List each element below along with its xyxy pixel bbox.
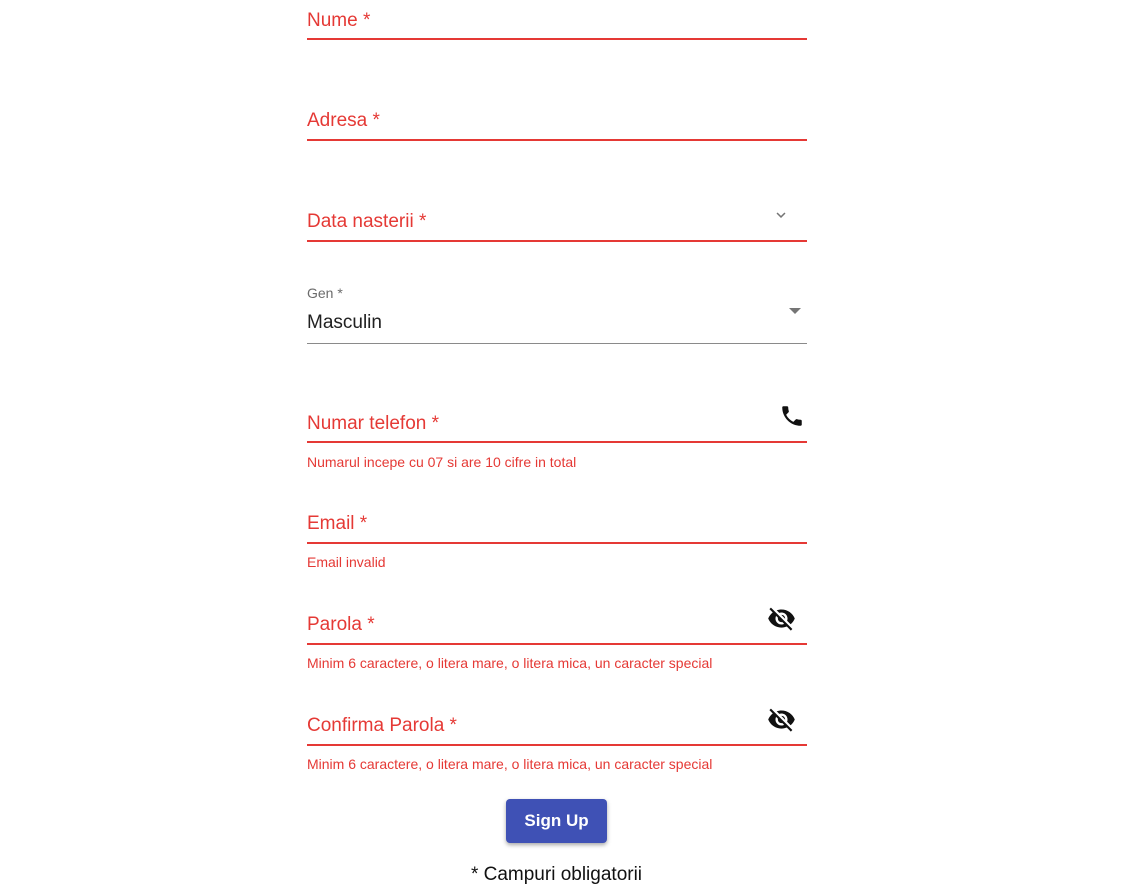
nume-label: Nume *	[307, 10, 371, 31]
confirma-parola-underline	[307, 744, 807, 746]
required-fields-note: * Campuri obligatorii	[470, 864, 643, 885]
confirma-parola-helper-text: Minim 6 caractere, o litera mare, o lite…	[307, 756, 713, 772]
sign-up-button[interactable]: Sign Up	[506, 799, 607, 843]
confirma-parola-label: Confirma Parola *	[307, 715, 457, 736]
gen-label: Gen *	[307, 285, 343, 301]
adresa-underline	[307, 139, 807, 141]
email-helper-text: Email invalid	[307, 554, 386, 570]
data-nasterii-field[interactable]: Data nasterii *	[307, 200, 807, 244]
email-field[interactable]: Email *	[307, 500, 807, 544]
parola-label: Parola *	[307, 614, 375, 635]
data-nasterii-underline	[307, 240, 807, 242]
signup-form: Nume * Adresa * Data nasterii * Gen * Ma…	[0, 0, 1147, 886]
email-label: Email *	[307, 513, 368, 534]
nume-field[interactable]: Nume *	[307, 8, 807, 42]
parola-field[interactable]: Parola *	[307, 600, 807, 646]
visibility-off-icon[interactable]	[767, 705, 796, 734]
email-underline	[307, 542, 807, 544]
nume-underline	[307, 38, 807, 40]
telefon-helper-text: Numarul incepe cu 07 si are 10 cifre in …	[307, 454, 577, 470]
adresa-field[interactable]: Adresa *	[307, 108, 807, 142]
telefon-underline	[307, 441, 807, 443]
phone-icon	[782, 406, 802, 426]
gen-value: Masculin	[307, 312, 382, 333]
telefon-label: Numar telefon *	[307, 413, 440, 434]
confirma-parola-field[interactable]: Confirma Parola *	[307, 701, 807, 747]
telefon-field[interactable]: Numar telefon *	[307, 400, 807, 444]
data-nasterii-label: Data nasterii *	[307, 211, 427, 232]
visibility-off-icon[interactable]	[767, 604, 796, 633]
adresa-label: Adresa *	[307, 110, 380, 131]
parola-helper-text: Minim 6 caractere, o litera mare, o lite…	[307, 655, 713, 671]
gen-underline	[307, 343, 807, 344]
chevron-down-icon[interactable]	[772, 206, 790, 224]
gen-select[interactable]: Gen * Masculin	[307, 284, 807, 346]
parola-underline	[307, 643, 807, 645]
dropdown-arrow-icon[interactable]	[787, 306, 803, 316]
